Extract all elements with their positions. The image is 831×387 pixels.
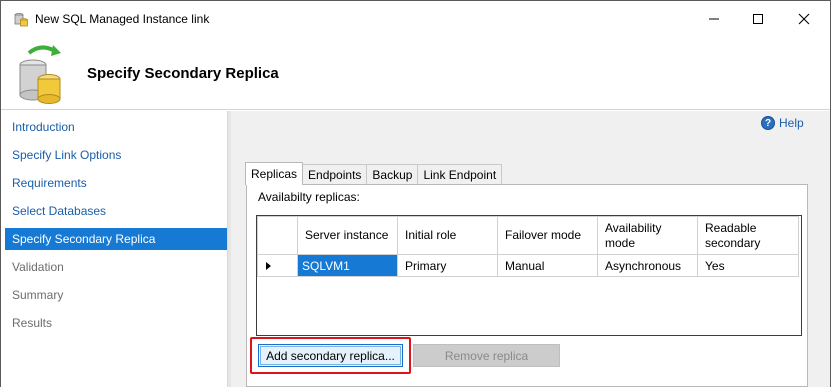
dialog-window: New SQL Managed Instance link Specify Se… [0, 0, 831, 387]
help-link[interactable]: ? Help [761, 116, 804, 130]
tab-replicas[interactable]: Replicas [245, 162, 304, 185]
nav-item-summary: Summary [12, 288, 64, 302]
minimize-button[interactable] [691, 1, 737, 37]
window-title: New SQL Managed Instance link [35, 12, 210, 26]
nav-item-select-databases[interactable]: Select Databases [5, 200, 227, 222]
cell-availability-mode[interactable]: Asynchronous [597, 254, 698, 277]
database-link-icon [15, 43, 71, 105]
maximize-button[interactable] [735, 1, 781, 37]
table-row[interactable]: SQLVM1 Primary Manual Asynchronous Yes [257, 254, 799, 277]
nav-item-results: Results [12, 316, 53, 330]
title-bar: New SQL Managed Instance link [1, 1, 830, 37]
remove-replica-button: Remove replica [413, 344, 560, 367]
replicas-tab-page: Availabilty replicas: Server instance In… [246, 184, 808, 387]
nav-item-specify-link-options[interactable]: Specify Link Options [5, 144, 227, 166]
close-button[interactable] [781, 1, 827, 37]
tab-backup[interactable]: Backup [366, 164, 419, 185]
current-row-icon [266, 261, 271, 270]
page-title: Specify Secondary Replica [87, 65, 279, 82]
minimize-icon [709, 18, 719, 20]
cell-initial-role[interactable]: Primary [397, 254, 498, 277]
nav-item-validation: Validation [12, 260, 64, 274]
column-header-availability-mode[interactable]: Availability mode [597, 216, 698, 255]
cell-server-instance[interactable]: SQLVM1 [297, 254, 398, 277]
nav-item-requirements[interactable]: Requirements [5, 172, 227, 194]
nav-item-introduction[interactable]: Introduction [5, 116, 227, 138]
column-header-initial-role[interactable]: Initial role [397, 216, 498, 255]
grid-corner-cell [257, 216, 298, 255]
row-selector[interactable] [257, 254, 298, 277]
cell-readable-secondary[interactable]: Yes [697, 254, 799, 277]
replicas-grid[interactable]: Server instance Initial role Failover mo… [256, 215, 802, 336]
availability-replicas-label: Availabilty replicas: [258, 190, 360, 204]
cell-failover-mode[interactable]: Manual [497, 254, 598, 277]
column-header-server-instance[interactable]: Server instance [297, 216, 398, 255]
app-icon [13, 11, 29, 27]
grid-header-row: Server instance Initial role Failover mo… [257, 216, 799, 255]
content-panel: ? Help Replicas Endpoints Backup Link En… [231, 111, 830, 387]
close-icon [798, 13, 810, 25]
wizard-header: Specify Secondary Replica [1, 37, 830, 110]
tab-endpoints[interactable]: Endpoints [302, 164, 368, 185]
tab-link-endpoint[interactable]: Link Endpoint [417, 164, 503, 185]
nav-item-specify-secondary-replica[interactable]: Specify Secondary Replica [5, 228, 227, 250]
tab-strip: Replicas Endpoints Backup Link Endpoint [245, 162, 503, 185]
column-header-readable-secondary[interactable]: Readable secondary [697, 216, 799, 255]
maximize-icon [753, 14, 763, 24]
add-secondary-replica-button[interactable]: Add secondary replica... [258, 344, 403, 367]
column-header-failover-mode[interactable]: Failover mode [497, 216, 598, 255]
help-label: Help [779, 116, 804, 130]
help-icon: ? [761, 116, 775, 130]
wizard-nav: Introduction Specify Link Options Requir… [1, 111, 227, 387]
